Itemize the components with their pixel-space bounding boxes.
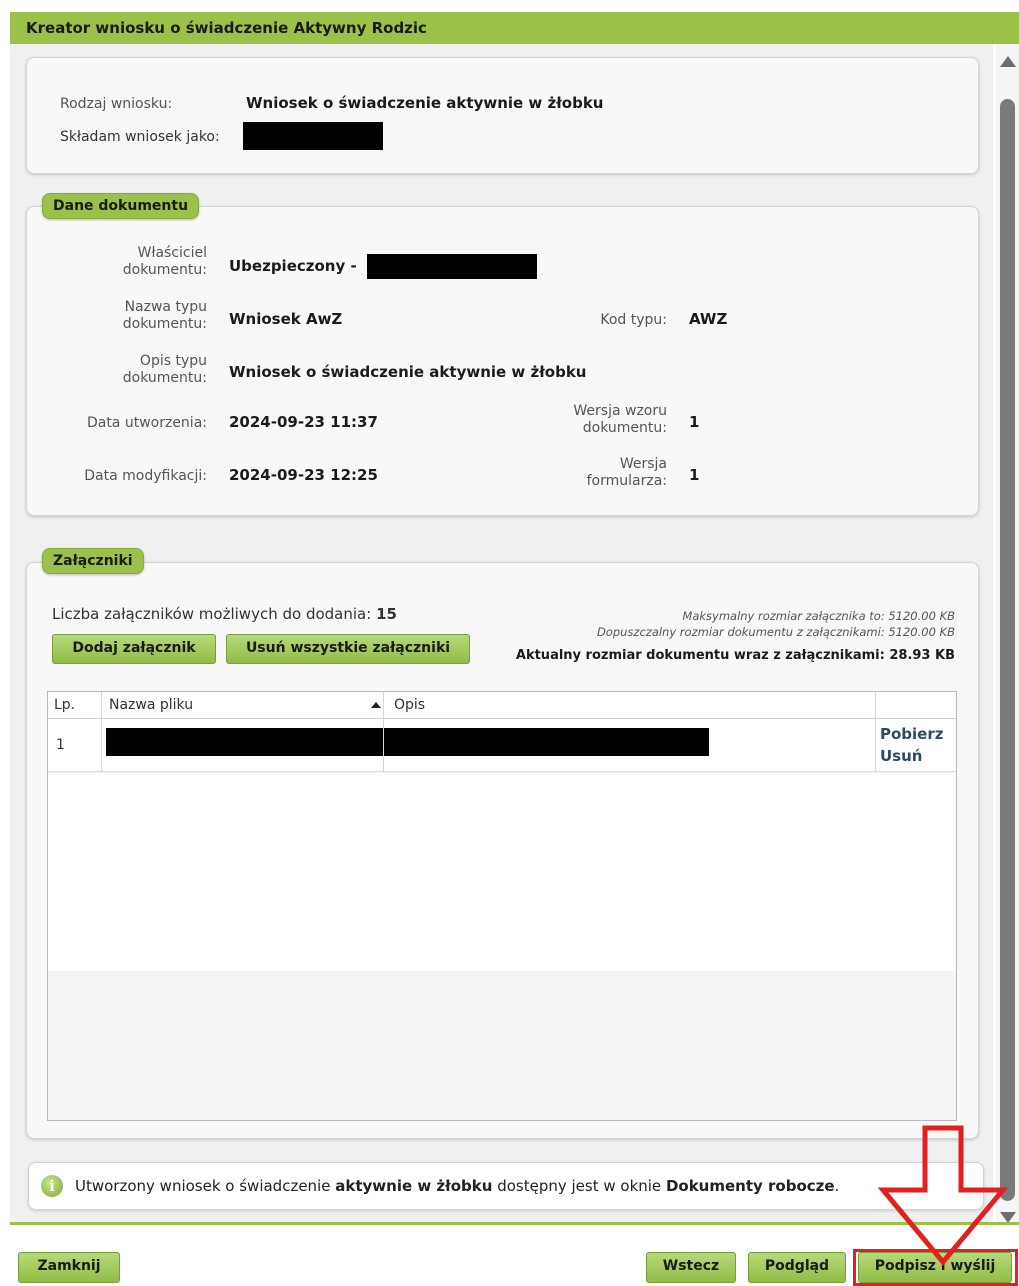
request-as-label: Składam wniosek jako: [60,129,220,145]
current-document-size: Aktualny rozmiar dokumentu wraz z załącz… [515,648,955,663]
column-separator [875,692,876,772]
wizard-window: Kreator wniosku o świadczenie Aktywny Ro… [10,12,1019,1286]
remove-all-attachments-button[interactable]: Usuń wszystkie załączniki [226,634,470,664]
info-text-part1: Utworzony wniosek o świadczenie [75,1177,336,1195]
column-separator [101,692,102,772]
request-type-value: Wniosek o świadczenie aktywnie w żłobku [246,94,604,112]
attachments-legend: Załączniki [42,548,144,574]
max-attachment-size: Maksymalny rozmiar załącznika to: 5120.0… [682,609,955,623]
back-button[interactable]: Wstecz [646,1252,736,1283]
info-text: Utworzony wniosek o świadczenie aktywnie… [75,1177,839,1195]
modified-label: Data modyfikacji: [84,468,207,484]
description-value: Wniosek o świadczenie aktywnie w żłobku [229,363,587,381]
attachments-count-label: Liczba załączników możliwych do dodania:… [52,605,397,623]
row-lp: 1 [56,737,65,753]
template-version-value: 1 [689,413,700,431]
modified-value: 2024-09-23 12:25 [229,466,378,484]
attachments-count-value: 15 [376,605,397,623]
column-separator [383,692,384,772]
description-label: Opis typu dokumentu: [67,353,207,387]
document-panel: Właściciel dokumentu: Ubezpieczony - Naz… [26,206,979,516]
column-header-description[interactable]: Opis [394,697,425,713]
created-value: 2024-09-23 11:37 [229,413,378,431]
info-text-part3: . [834,1177,840,1195]
type-code-value: AWZ [689,310,728,328]
template-version-label-line2: dokumentu: [582,420,667,436]
request-type-label: Rodzaj wniosku: [60,96,173,112]
column-header-lp[interactable]: Lp. [54,697,75,713]
red-down-arrow-icon [877,1125,1009,1266]
form-version-label-line2: formularza: [586,473,667,489]
created-label: Data utworzenia: [86,415,207,431]
description-label-line1: Opis typu [139,353,207,369]
document-legend: Dane dokumentu [42,193,200,219]
vertical-scrollbar[interactable] [996,44,1019,1236]
owner-label-line1: Właściciel [137,245,207,261]
template-version-label-line1: Wersja wzoru [573,403,667,419]
form-version-value: 1 [689,466,700,484]
add-attachment-button[interactable]: Dodaj załącznik [52,634,216,664]
info-icon: i [41,1175,63,1197]
owner-value: Ubezpieczony - [229,257,357,275]
form-version-label: Wersja formularza: [527,456,667,490]
allowed-document-size: Dopuszczalny rozmiar dokumentu z załączn… [596,625,955,639]
attachments-table: Lp. Nazwa pliku Opis 1 Pobierz Usuń [47,691,957,1121]
info-message: i Utworzony wniosek o świadczenie aktywn… [28,1162,984,1210]
sort-ascending-icon[interactable] [371,702,381,708]
table-empty-area [48,773,956,971]
scroll-thumb[interactable] [1000,99,1015,1201]
table-row[interactable]: 1 Pobierz Usuń [48,719,956,772]
download-link[interactable]: Pobierz [880,725,943,743]
owner-label: Właściciel dokumentu: [67,245,207,279]
redacted-owner [367,254,537,279]
delete-link[interactable]: Usuń [880,747,922,765]
type-name-label-line1: Nazwa typu [124,299,207,315]
form-version-label-line1: Wersja [619,456,667,472]
content-area: Rodzaj wniosku: Wniosek o świadczenie ak… [10,44,993,1236]
redacted-file-name [106,728,709,756]
type-name-label: Nazwa typu dokumentu: [67,299,207,333]
type-code-label: Kod typu: [600,312,667,328]
info-text-part2: dostępny jest w oknie [492,1177,666,1195]
type-name-value: Wniosek AwZ [229,310,343,328]
template-version-label: Wersja wzoru dokumentu: [527,403,667,437]
info-bold-part2: Dokumenty robocze [665,1177,835,1195]
request-panel: Rodzaj wniosku: Wniosek o świadczenie ak… [26,57,979,174]
column-header-file-name[interactable]: Nazwa pliku [109,697,193,713]
scroll-up-icon[interactable] [1000,56,1016,67]
owner-label-line2: dokumentu: [122,262,207,278]
window-title: Kreator wniosku o świadczenie Aktywny Ro… [10,12,1019,44]
table-header: Lp. Nazwa pliku Opis [48,692,956,719]
info-bold-part1: aktywnie w żłobku [335,1177,493,1195]
description-label-line2: dokumentu: [122,370,207,386]
close-button[interactable]: Zamknij [18,1252,120,1283]
footer-bar: Zamknij Wstecz Podgląd Podpisz i wyślij [10,1225,1019,1286]
redacted-applicant [243,122,383,150]
preview-button[interactable]: Podgląd [748,1252,846,1283]
attachments-count-text: Liczba załączników możliwych do dodania: [52,605,372,623]
type-name-label-line2: dokumentu: [122,316,207,332]
